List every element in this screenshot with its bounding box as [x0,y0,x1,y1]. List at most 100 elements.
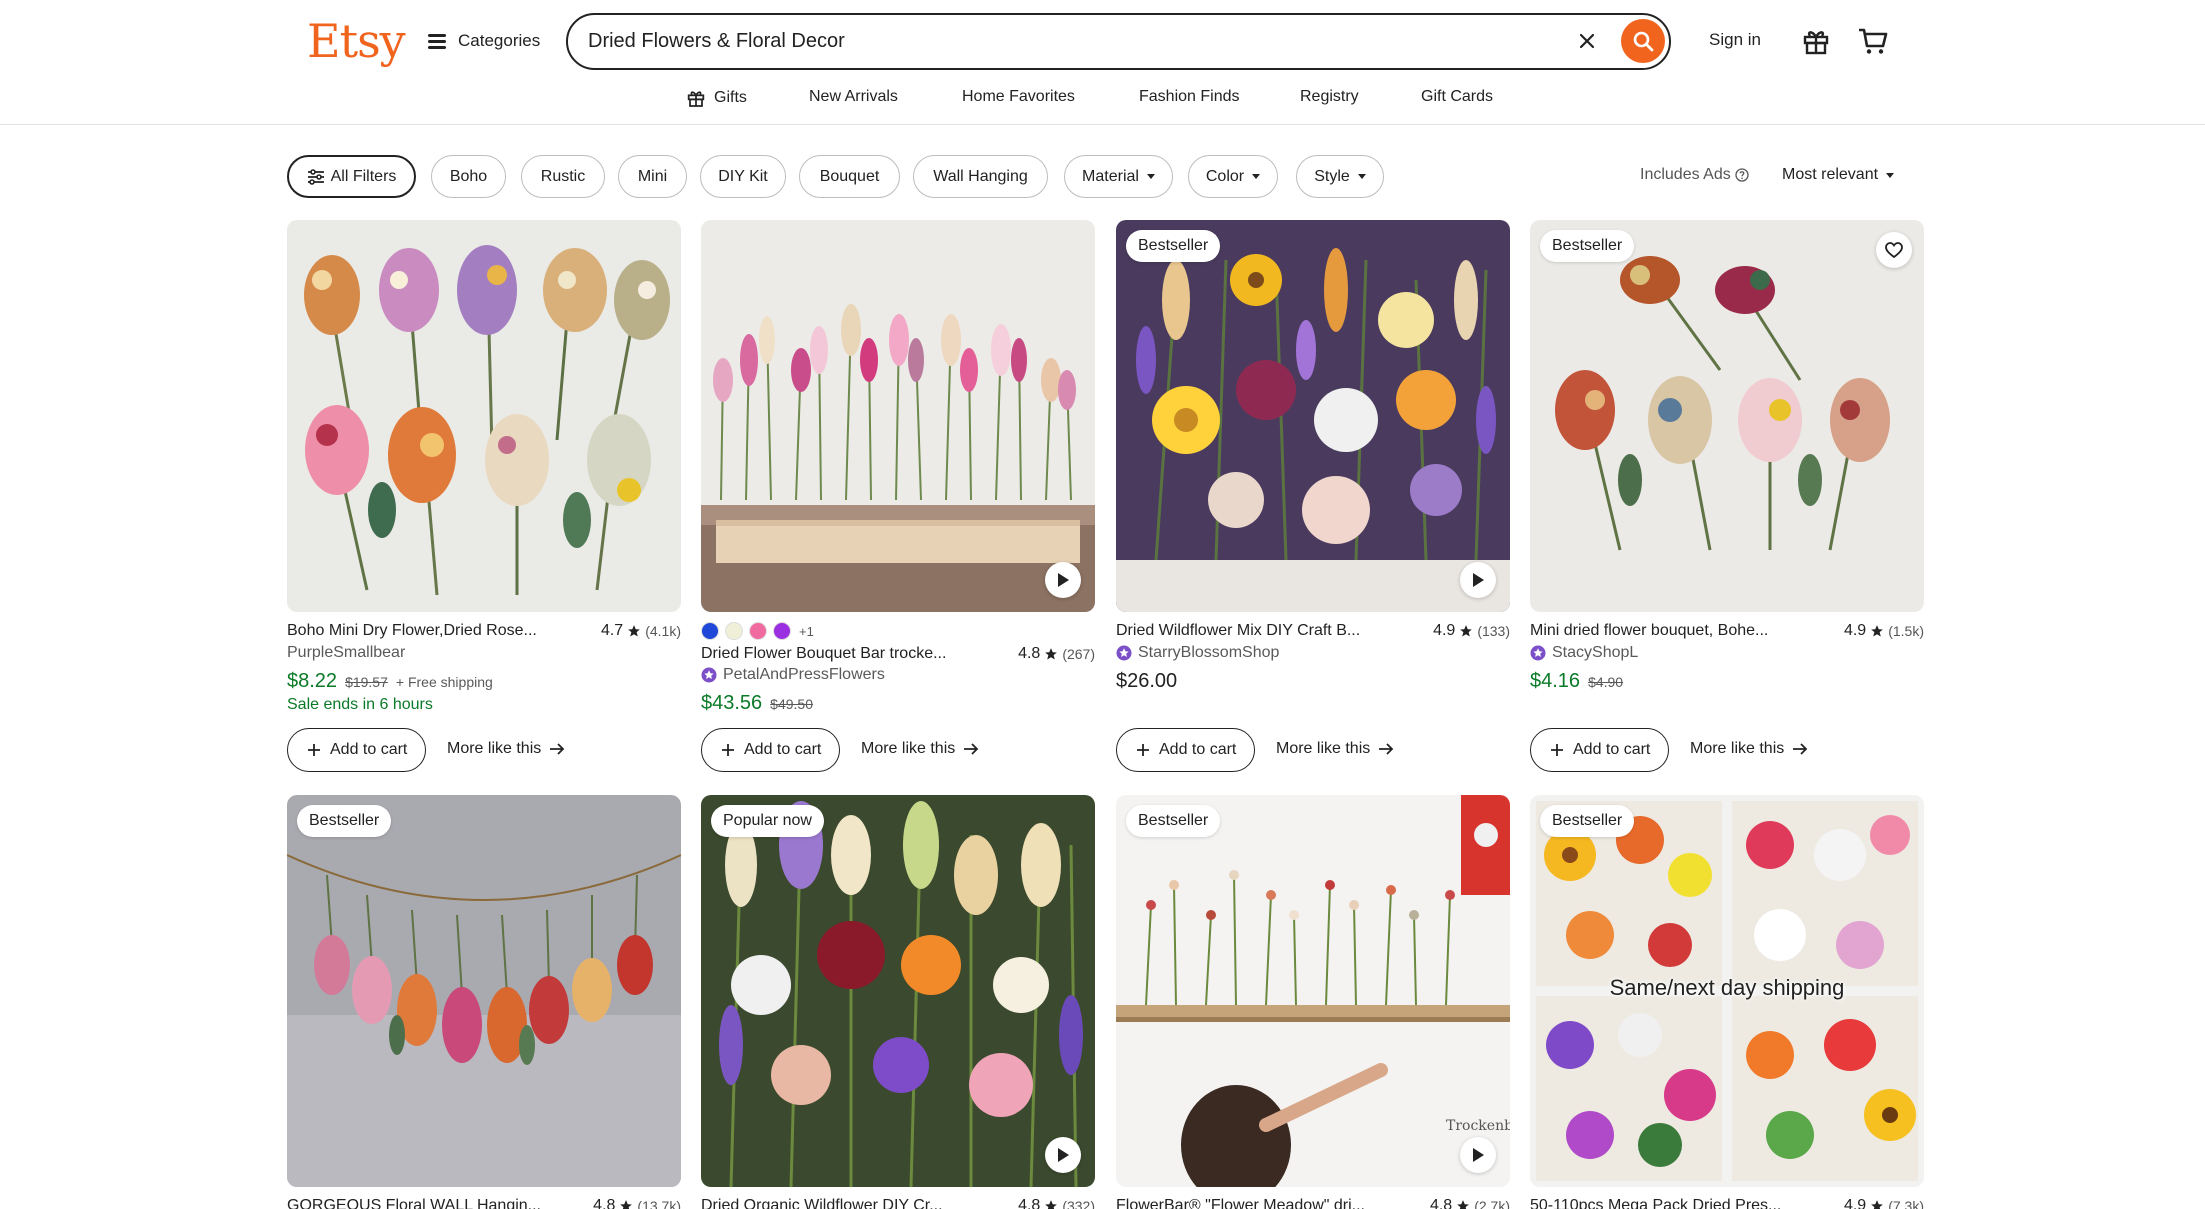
listing-title[interactable]: FlowerBar® "Flower Meadow" dri... [1116,1197,1396,1209]
filter-chip-boho[interactable]: Boho [431,155,506,198]
sign-in-link[interactable]: Sign in [1709,30,1761,50]
play-video-button[interactable] [1045,1137,1081,1173]
listing-title[interactable]: Boho Mini Dry Flower,Dried Rose... [287,622,567,640]
nav-gifts[interactable]: Gifts [686,88,747,108]
plus-icon [1137,744,1149,756]
swatch-1[interactable] [701,622,719,640]
bestseller-badge: Bestseller [1126,805,1221,837]
shop-name[interactable]: StarryBlossomShop [1116,644,1279,662]
add-to-cart-button[interactable]: Add to cart [1530,728,1670,772]
listing-image[interactable]: Bestseller [1530,220,1924,612]
bestseller-badge: Bestseller [1540,805,1635,837]
listing-image[interactable]: Popular now [701,795,1095,1187]
play-icon [1473,573,1484,587]
swatch-3[interactable] [749,622,767,640]
help-icon [1735,168,1749,182]
arrow-right-icon [1793,743,1808,755]
menu-icon [428,34,446,49]
listing-actions: Add to cart More like this [1530,728,1924,772]
listing-title[interactable]: 50-110pcs Mega Pack Dried Pres... [1530,1197,1810,1209]
filter-chip-diy-kit[interactable]: DIY Kit [700,155,786,198]
shop-name[interactable]: PurpleSmallbear [287,644,405,662]
listing-title[interactable]: GORGEOUS Floral WALL Hangin... [287,1197,567,1209]
filter-chip-mini[interactable]: Mini [618,155,687,198]
star-seller-icon [1530,645,1546,661]
nav-home-favorites[interactable]: Home Favorites [962,88,1075,106]
popular-now-badge: Popular now [711,805,824,837]
etsy-logo[interactable]: Etsy [307,14,406,68]
listing-actions: Add to cart More like this [1116,728,1510,772]
categories-label: Categories [458,31,541,50]
filter-chip-bouquet[interactable]: Bouquet [799,155,900,198]
more-like-this-link[interactable]: More like this [1276,740,1394,758]
includes-ads-info[interactable]: Includes Ads [1640,166,1749,184]
star-seller-icon [701,667,717,683]
listing-image[interactable]: Bestseller [287,795,681,1187]
listing-title[interactable]: Dried Organic Wildflower DIY Cr... [701,1197,981,1209]
filter-dropdown-color[interactable]: Color [1188,155,1278,198]
more-like-this-link[interactable]: More like this [861,740,979,758]
close-icon[interactable] [1575,29,1599,53]
add-to-cart-button[interactable]: Add to cart [1116,728,1256,772]
heart-icon [1885,242,1903,258]
shop-name[interactable]: PetalAndPressFlowers [701,666,885,684]
bestseller-badge: Bestseller [1540,230,1635,262]
nav-new-arrivals[interactable]: New Arrivals [809,88,898,106]
swatch-4[interactable] [773,622,791,640]
play-icon [1473,1148,1484,1162]
listing-image[interactable]: Trockenbl Bestseller [1116,795,1510,1187]
star-icon [1045,1200,1058,1209]
categories-button[interactable]: Categories [428,26,540,56]
price-row: $8.22 $19.57 + Free shipping [287,670,493,693]
favorite-button[interactable] [1876,232,1912,268]
listing-rating: 4.9 (133) [1433,622,1510,639]
original-price: $49.50 [770,696,813,712]
original-price: $19.57 [345,674,388,690]
more-swatches[interactable]: +1 [799,624,814,639]
shop-name[interactable]: StacyShopL [1530,644,1638,662]
all-filters-button[interactable]: All Filters [287,155,416,198]
more-like-this-link[interactable]: More like this [447,740,565,758]
image-overlay-text: Same/next day shipping [1609,975,1845,1000]
listing-image[interactable] [287,220,681,612]
listing-rating: 4.8 (332) [1018,1197,1095,1209]
star-icon [1460,625,1473,637]
star-icon [628,625,641,637]
play-video-button[interactable] [1460,562,1496,598]
filter-chip-rustic[interactable]: Rustic [521,155,605,198]
listing-image[interactable]: Same/next day shipping Bestseller [1530,795,1924,1187]
play-video-button[interactable] [1045,562,1081,598]
price-row: $4.16 $4.90 [1530,670,1623,693]
listing-title[interactable]: Dried Wildflower Mix DIY Craft B... [1116,622,1396,640]
star-icon [1457,1200,1470,1209]
add-to-cart-button[interactable]: Add to cart [701,728,841,772]
filter-chip-wall-hanging[interactable]: Wall Hanging [913,155,1048,198]
site-header: Etsy Categories Sign in Gifts New Arriva… [0,0,2205,125]
sale-note: Sale ends in 6 hours [287,696,433,713]
add-to-cart-button[interactable]: Add to cart [287,728,427,772]
play-video-button[interactable] [1460,1137,1496,1173]
swatch-2[interactable] [725,622,743,640]
listing-title[interactable]: Mini dried flower bouquet, Bohe... [1530,622,1810,640]
search-input[interactable] [588,15,1528,67]
cart-icon[interactable] [1857,26,1889,56]
filter-dropdown-material[interactable]: Material [1064,155,1173,198]
filter-dropdown-style[interactable]: Style [1296,155,1384,198]
listing-price: $8.22 [287,670,338,692]
sort-dropdown[interactable]: Most relevant [1782,166,1895,184]
plus-icon [722,744,734,756]
listing-title[interactable]: Dried Flower Bouquet Bar trocke... [701,645,981,663]
nav-gift-cards[interactable]: Gift Cards [1421,88,1493,106]
search-button[interactable] [1621,19,1665,63]
price-row: $26.00 [1116,670,1177,693]
shipping-note: + Free shipping [395,674,493,690]
gift-icon[interactable] [1801,26,1831,56]
more-like-this-link[interactable]: More like this [1690,740,1808,758]
listing-actions: Add to cart More like this [701,728,1095,772]
nav-fashion-finds[interactable]: Fashion Finds [1139,88,1240,106]
nav-registry[interactable]: Registry [1300,88,1359,106]
color-swatches: +1 [701,620,814,642]
listing-price: $26.00 [1116,670,1178,692]
listing-image[interactable]: Bestseller [1116,220,1510,612]
listing-image[interactable] [701,220,1095,612]
